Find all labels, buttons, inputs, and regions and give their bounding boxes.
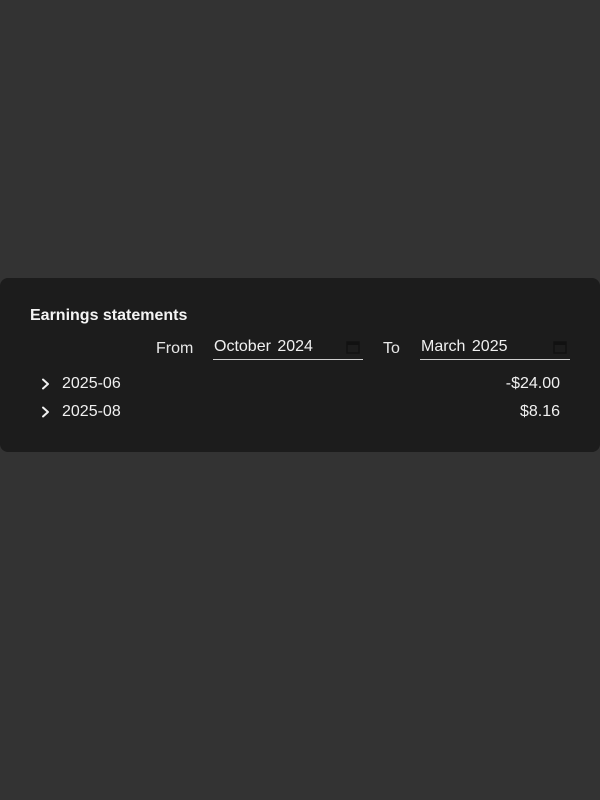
calendar-icon[interactable] — [553, 341, 567, 354]
statement-period: 2025-06 — [62, 375, 121, 392]
statement-amount: $8.16 — [519, 403, 560, 420]
card-title: Earnings statements — [30, 307, 188, 324]
calendar-icon[interactable] — [346, 341, 360, 354]
to-month-input[interactable]: March 2025 — [420, 336, 570, 360]
chevron-right-icon[interactable] — [40, 378, 52, 390]
chevron-right-icon[interactable] — [40, 406, 52, 418]
to-label: To — [383, 340, 400, 357]
to-month-value: March 2025 — [421, 338, 508, 355]
from-month-input[interactable]: October 2024 — [213, 336, 363, 360]
statement-row[interactable]: 2025-06 -$24.00 — [30, 372, 570, 396]
from-label: From — [156, 340, 194, 357]
statement-amount: -$24.00 — [505, 375, 560, 392]
earnings-statements-card: Earnings statements From October 2024 To… — [0, 278, 600, 452]
statement-period: 2025-08 — [62, 403, 121, 420]
from-month-value: October 2024 — [214, 338, 313, 355]
statement-row[interactable]: 2025-08 $8.16 — [30, 400, 570, 424]
